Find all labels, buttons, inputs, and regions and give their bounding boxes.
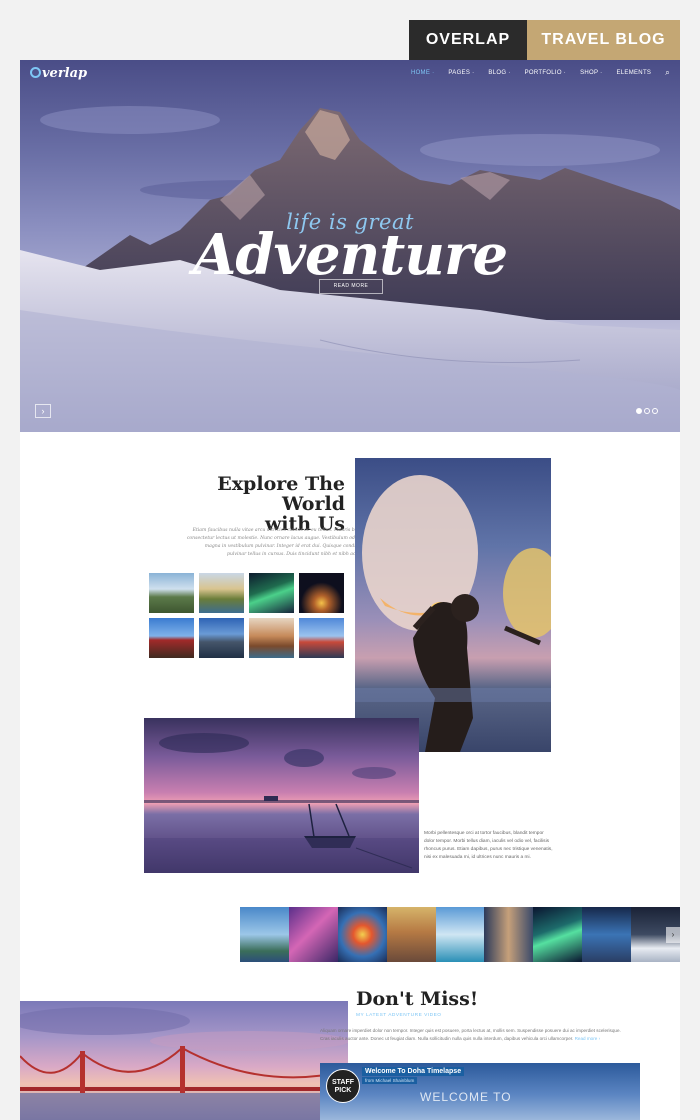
dont-miss-text: Aliquam ornare imperdiet dolor non tempo… bbox=[320, 1027, 630, 1043]
strip-image[interactable] bbox=[386, 907, 436, 962]
gallery-thumb[interactable] bbox=[149, 573, 194, 613]
video-player[interactable]: STAFF PICK Welcome To Doha Timelapse fro… bbox=[320, 1063, 640, 1120]
strip-next-arrow[interactable]: › bbox=[666, 927, 680, 943]
explore-text: Etiam faucibus nulla vitae arcu ultricie… bbox=[186, 528, 375, 557]
search-icon[interactable]: ⌕ bbox=[665, 68, 670, 78]
video-byline[interactable]: from Michael Shainblum bbox=[362, 1077, 418, 1084]
slider-dot-1[interactable] bbox=[636, 408, 642, 414]
explore-title-line1: Explore The World bbox=[217, 473, 345, 515]
photo-gallery bbox=[149, 573, 344, 658]
gallery-thumb[interactable] bbox=[199, 618, 244, 658]
gallery-thumb[interactable] bbox=[199, 573, 244, 613]
page-preview: verlap HOME · PAGES · BLOG · PORTFOLIO ·… bbox=[20, 60, 680, 1120]
logo-text: verlap bbox=[42, 66, 88, 81]
badge-overlap: OVERLAP bbox=[409, 20, 527, 60]
hero-slider: verlap HOME · PAGES · BLOG · PORTFOLIO ·… bbox=[20, 60, 680, 432]
video-title[interactable]: Welcome To Doha Timelapse bbox=[362, 1067, 465, 1076]
nav-item-pages[interactable]: PAGES · bbox=[448, 70, 474, 78]
slider-next-button[interactable]: › bbox=[35, 404, 51, 418]
site-badge: OVERLAP TRAVEL BLOG bbox=[409, 20, 680, 60]
video-overlay-text: WELCOME TO bbox=[420, 1090, 512, 1104]
gallery-thumb[interactable] bbox=[249, 618, 294, 658]
staff-pick-line1: STAFF bbox=[331, 1079, 355, 1086]
strip-image[interactable] bbox=[484, 907, 534, 962]
dont-miss-title: Don't Miss! bbox=[356, 988, 479, 1010]
read-more-button[interactable]: READ MORE bbox=[319, 279, 383, 294]
nav-item-shop[interactable]: SHOP · bbox=[580, 70, 602, 78]
bridge-illustration bbox=[20, 1007, 348, 1120]
strip-image[interactable] bbox=[240, 907, 289, 962]
main-nav: HOME · PAGES · BLOG · PORTFOLIO · SHOP ·… bbox=[411, 68, 670, 78]
strip-image[interactable] bbox=[582, 907, 632, 962]
staff-pick-line2: PICK bbox=[334, 1087, 352, 1094]
staff-pick-badge: STAFF PICK bbox=[326, 1069, 360, 1103]
lake-sunset-photo bbox=[144, 718, 419, 873]
nav-item-blog[interactable]: BLOG · bbox=[488, 70, 510, 78]
nav-item-portfolio[interactable]: PORTFOLIO · bbox=[525, 70, 567, 78]
gallery-thumb[interactable] bbox=[299, 573, 344, 613]
site-logo[interactable]: verlap bbox=[30, 66, 87, 81]
nav-item-elements[interactable]: ELEMENTS bbox=[616, 70, 651, 78]
golden-gate-photo bbox=[20, 1001, 348, 1120]
slider-dots bbox=[636, 408, 658, 414]
lake-illustration bbox=[144, 733, 419, 873]
gallery-thumb[interactable] bbox=[299, 618, 344, 658]
slider-dot-3[interactable] bbox=[652, 408, 658, 414]
lantern-photo bbox=[355, 458, 551, 752]
strip-image[interactable] bbox=[533, 907, 583, 962]
badge-travel-blog: TRAVEL BLOG bbox=[527, 20, 680, 60]
image-strip: › bbox=[240, 907, 680, 962]
side-paragraph: Morbi pellentesque orci at tortor faucib… bbox=[424, 831, 553, 860]
gallery-thumb[interactable] bbox=[149, 618, 194, 658]
lantern-illustration bbox=[355, 475, 551, 752]
strip-image[interactable] bbox=[435, 907, 485, 962]
read-more-link[interactable]: Read more › bbox=[575, 1036, 601, 1041]
strip-image[interactable] bbox=[288, 907, 338, 962]
nav-item-home[interactable]: HOME · bbox=[411, 70, 434, 78]
logo-ring-icon bbox=[30, 67, 41, 78]
strip-image[interactable] bbox=[337, 907, 387, 962]
dont-miss-subtitle: MY LATEST ADVENTURE VIDEO bbox=[356, 1013, 442, 1018]
slider-dot-2[interactable] bbox=[644, 408, 650, 414]
gallery-thumb[interactable] bbox=[249, 573, 294, 613]
explore-title: Explore The World with Us bbox=[160, 474, 345, 534]
